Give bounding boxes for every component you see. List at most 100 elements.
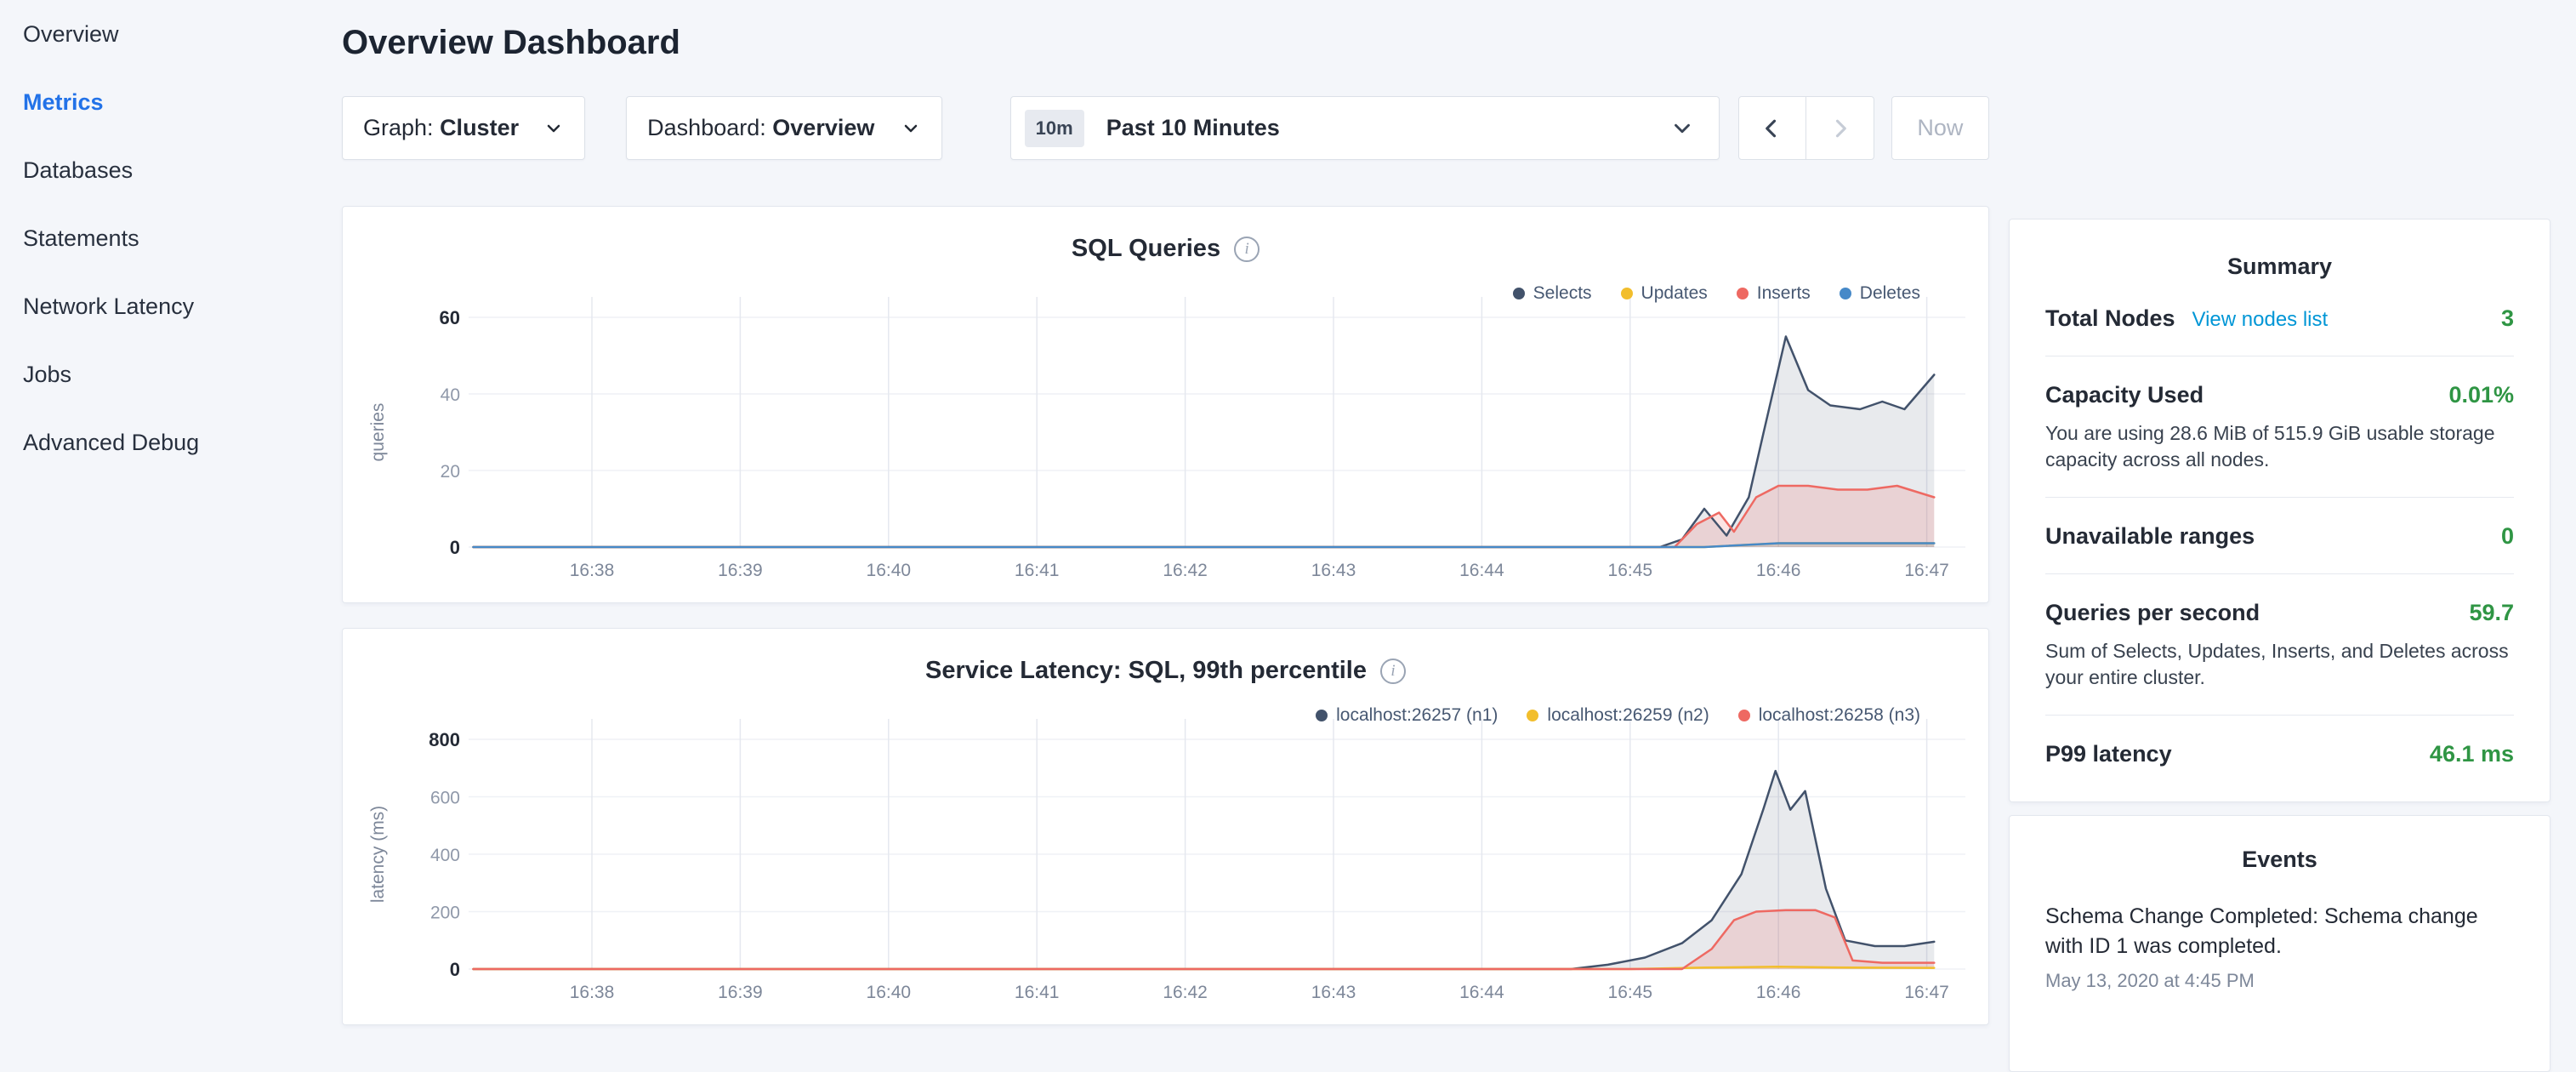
summary-row-head: Queries per second59.7 <box>2045 600 2514 626</box>
x-tick-label: 16:40 <box>867 561 912 580</box>
legend-label: Updates <box>1641 283 1708 304</box>
info-icon[interactable]: i <box>1234 237 1260 262</box>
summary-label: Total Nodes <box>2045 305 2175 332</box>
chart-legend: Selects Updates Inserts Deletes <box>1513 283 1920 304</box>
dashboard-dropdown-text: Dashboard: Overview <box>647 115 874 141</box>
y-axis-unit-label: queries <box>368 403 388 462</box>
summary-description: Sum of Selects, Updates, Inserts, and De… <box>2045 638 2514 691</box>
time-step-buttons <box>1738 96 1874 160</box>
x-tick-label: 16:44 <box>1459 983 1504 1002</box>
x-tick-label: 16:46 <box>1756 561 1801 580</box>
x-tick-label: 16:42 <box>1163 983 1208 1002</box>
x-tick-label: 16:47 <box>1904 561 1949 580</box>
legend-item-localhost-26257-n1: localhost:26257 (n1) <box>1316 705 1498 726</box>
time-range-badge: 10m <box>1025 110 1084 147</box>
summary-row: Total NodesView nodes list3 <box>2045 280 2514 356</box>
dashboard-dropdown[interactable]: Dashboard: Overview <box>626 96 942 160</box>
series-area-localhost-26257-n1 <box>474 771 1935 969</box>
graph-dropdown-value: Cluster <box>440 115 519 140</box>
event-text: Schema Change Completed: Schema change w… <box>2045 902 2514 961</box>
chart-title-text: SQL Queries <box>1072 235 1220 263</box>
summary-card: Summary Total NodesView nodes list3Capac… <box>2009 219 2550 802</box>
legend-label: localhost:26258 (n3) <box>1759 705 1920 726</box>
x-tick-label: 16:45 <box>1608 983 1653 1002</box>
sidebar-item-advanced-debug[interactable]: Advanced Debug <box>0 408 342 476</box>
graph-dropdown-text: Graph: Cluster <box>363 115 519 141</box>
summary-row: P99 latency 46.1 ms <box>2045 716 2514 791</box>
x-tick-label: 16:43 <box>1311 983 1356 1002</box>
summary-description: You are using 28.6 MiB of 515.9 GiB usab… <box>2045 420 2514 473</box>
sidebar-item-databases[interactable]: Databases <box>0 136 342 204</box>
y-tick-label: 20 <box>441 462 460 482</box>
sidebar-item-overview[interactable]: Overview <box>0 0 342 68</box>
y-tick-label: 400 <box>430 846 460 865</box>
sidebar-item-jobs[interactable]: Jobs <box>0 340 342 408</box>
previous-time-window-button[interactable] <box>1738 96 1806 160</box>
right-panel: Summary Total NodesView nodes list3Capac… <box>2009 219 2550 1072</box>
now-button[interactable]: Now <box>1891 96 1989 160</box>
event-item: Schema Change Completed: Schema change w… <box>2045 902 2514 992</box>
legend-item-deletes: Deletes <box>1840 283 1920 304</box>
x-tick-label: 16:46 <box>1756 983 1801 1002</box>
summary-row: Queries per second59.7 Sum of Selects, Up… <box>2045 574 2514 716</box>
x-tick-label: 16:38 <box>570 561 615 580</box>
sql-queries-plot[interactable]: 16:3816:3916:4016:4116:4216:4316:4416:45… <box>343 207 1988 602</box>
y-tick-label: 0 <box>450 537 460 558</box>
x-tick-label: 16:45 <box>1608 561 1653 580</box>
legend-dot <box>1316 710 1328 721</box>
legend-dot <box>1840 288 1851 299</box>
legend-item-inserts: Inserts <box>1737 283 1811 304</box>
y-tick-label: 40 <box>441 385 460 405</box>
y-tick-label: 600 <box>430 789 460 808</box>
graph-dropdown[interactable]: Graph: Cluster <box>342 96 585 160</box>
x-tick-label: 16:41 <box>1015 983 1060 1002</box>
summary-value: 59.7 <box>2469 600 2514 626</box>
sidebar: OverviewMetricsDatabasesStatementsNetwor… <box>0 0 342 1052</box>
series-areas <box>474 771 1935 969</box>
events-card: Events Schema Change Completed: Schema c… <box>2009 815 2550 1072</box>
legend-label: Inserts <box>1757 283 1811 304</box>
chart-card-service-latency: 16:3816:3916:4016:4116:4216:4316:4416:45… <box>342 628 1989 1025</box>
x-tick-label: 16:47 <box>1904 983 1949 1002</box>
dashboard-dropdown-value: Overview <box>772 115 874 140</box>
sidebar-item-metrics[interactable]: Metrics <box>0 68 342 136</box>
event-timestamp: May 13, 2020 at 4:45 PM <box>2045 970 2514 992</box>
summary-row-head: P99 latency 46.1 ms <box>2045 741 2514 767</box>
legend-label: Selects <box>1533 283 1592 304</box>
service-latency-plot[interactable]: 16:3816:3916:4016:4116:4216:4316:4416:45… <box>343 629 1988 1024</box>
time-range-selector[interactable]: 10m Past 10 Minutes <box>1010 96 1720 160</box>
y-tick-label: 60 <box>440 307 460 328</box>
chevron-right-icon <box>1827 116 1852 141</box>
next-time-window-button[interactable] <box>1806 96 1874 160</box>
legend-label: Deletes <box>1860 283 1920 304</box>
chart-card-sql-queries: 16:3816:3916:4016:4116:4216:4316:4416:45… <box>342 206 1989 603</box>
y-tick-label: 200 <box>430 904 460 923</box>
summary-label: P99 latency <box>2045 741 2172 767</box>
series-area-inserts <box>474 486 1935 547</box>
sidebar-item-network-latency[interactable]: Network Latency <box>0 272 342 340</box>
summary-value: 46.1 ms <box>2430 741 2514 767</box>
y-axis-unit-label: latency (ms) <box>368 806 388 903</box>
time-range-label: Past 10 Minutes <box>1106 115 1280 141</box>
chevron-down-icon <box>1669 116 1695 141</box>
summary-title: Summary <box>2045 254 2514 280</box>
summary-label: Unavailable ranges <box>2045 523 2255 550</box>
y-tick-label: 0 <box>450 959 460 980</box>
main-content: Overview Dashboard Graph: Cluster Dashbo… <box>342 0 1989 1025</box>
info-icon[interactable]: i <box>1380 659 1406 684</box>
legend-label: localhost:26257 (n1) <box>1336 705 1498 726</box>
x-tick-label: 16:43 <box>1311 561 1356 580</box>
legend-item-updates: Updates <box>1621 283 1708 304</box>
legend-item-localhost-26259-n2: localhost:26259 (n2) <box>1527 705 1709 726</box>
legend-dot <box>1738 710 1750 721</box>
legend-item-selects: Selects <box>1513 283 1592 304</box>
view-nodes-link[interactable]: View nodes list <box>2192 308 2329 332</box>
chart-title: Service Latency: SQL, 99th percentile i <box>343 657 1988 685</box>
sidebar-item-statements[interactable]: Statements <box>0 204 342 272</box>
legend-dot <box>1527 710 1538 721</box>
summary-rows: Total NodesView nodes list3Capacity Used… <box>2045 280 2514 791</box>
x-tick-label: 16:42 <box>1163 561 1208 580</box>
legend-dot <box>1621 288 1633 299</box>
x-tick-label: 16:44 <box>1459 561 1504 580</box>
chart-title-text: Service Latency: SQL, 99th percentile <box>925 657 1367 685</box>
